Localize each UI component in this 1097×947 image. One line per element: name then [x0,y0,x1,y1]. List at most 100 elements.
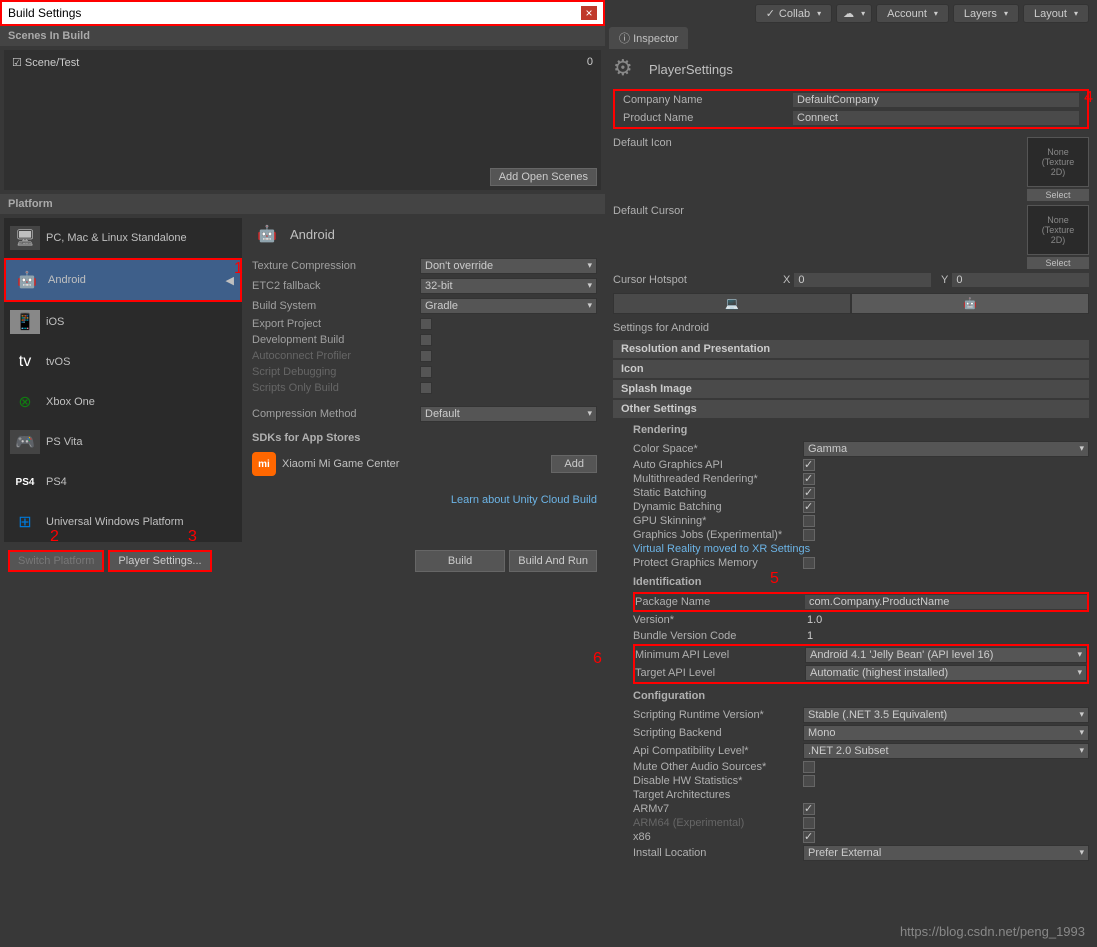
gear-icon: ⚙ [613,55,641,83]
default-icon-label: Default Icon [613,137,783,149]
icon-slot[interactable]: None(Texture2D) [1027,137,1089,187]
dynamic-batch-checkbox[interactable] [803,501,815,513]
bundle-input[interactable]: 1 [803,629,1089,643]
window-title: Build Settings [8,6,81,20]
color-space-dropdown[interactable]: Gamma [803,441,1089,457]
switch-platform-button[interactable]: Switch Platform [8,550,104,572]
static-batch-label: Static Batching [633,487,803,499]
close-button[interactable]: × [581,6,597,20]
export-project-checkbox[interactable] [420,318,432,330]
scene-index: 0 [587,56,593,69]
runtime-dropdown[interactable]: Stable (.NET 3.5 Equivalent) [803,707,1089,723]
backend-label: Scripting Backend [633,727,803,739]
tab-standalone[interactable]: 💻 [613,293,851,314]
add-open-scenes-button[interactable]: Add Open Scenes [490,168,597,186]
section-splash[interactable]: Splash Image [613,380,1089,398]
static-batch-checkbox[interactable] [803,487,815,499]
script-debug-label: Script Debugging [252,366,412,378]
section-icon[interactable]: Icon [613,360,1089,378]
hotspot-label: Cursor Hotspot [613,274,783,286]
platform-xbox[interactable]: ⊗Xbox One [4,382,242,422]
hotspot-y-input[interactable]: 0 [952,273,1089,287]
company-input[interactable]: DefaultCompany [793,93,1079,107]
x86-checkbox[interactable] [803,831,815,843]
rendering-header: Rendering [613,420,1097,438]
scripts-only-label: Scripts Only Build [252,382,412,394]
platform-title: Android [290,227,335,242]
autoconnect-checkbox [420,350,432,362]
section-other[interactable]: Other Settings [613,400,1089,418]
backend-dropdown[interactable]: Mono [803,725,1089,741]
cursor-select-button[interactable]: Select [1027,257,1089,269]
watermark: https://blog.csdn.net/peng_1993 [900,924,1085,939]
platform-ps4[interactable]: PS4PS4 [4,462,242,502]
auto-gfx-checkbox[interactable] [803,459,815,471]
pc-icon: 🖥 [10,226,40,250]
icon-select-button[interactable]: Select [1027,189,1089,201]
android-icon: 🤖 [252,222,282,246]
build-system-label: Build System [252,300,412,312]
collab-dropdown[interactable]: ✓ Collab [755,4,832,23]
scene-row[interactable]: Scene/Test 0 [8,54,597,71]
inspector-tab[interactable]: Inspector [609,27,688,49]
platform-psvita[interactable]: 🎮PS Vita [4,422,242,462]
platform-uwp[interactable]: ⊞Universal Windows Platform [4,502,242,542]
package-input[interactable]: com.Company.ProductName [805,595,1087,609]
gfx-jobs-checkbox[interactable] [803,529,815,541]
min-api-dropdown[interactable]: Android 4.1 'Jelly Bean' (API level 16) [805,647,1087,663]
platform-pc[interactable]: 🖥PC, Mac & Linux Standalone [4,218,242,258]
settings-for-label: Settings for Android [605,318,1097,338]
etc2-label: ETC2 fallback [252,280,412,292]
sdk-header: SDKs for App Stores [252,432,597,444]
x86-label: x86 [633,831,803,843]
target-api-label: Target API Level [635,667,805,679]
identification-header: Identification [613,572,1097,590]
platform-android[interactable]: 🤖Android◀ [4,258,242,302]
layers-dropdown[interactable]: Layers [953,4,1019,23]
compression-method-dropdown[interactable]: Default [420,406,597,422]
hotspot-x-input[interactable]: 0 [794,273,931,287]
autoconnect-label: Autoconnect Profiler [252,350,412,362]
install-loc-dropdown[interactable]: Prefer External [803,845,1089,861]
etc2-dropdown[interactable]: 32-bit [420,278,597,294]
disable-hw-checkbox[interactable] [803,775,815,787]
platform-tvos[interactable]: tvtvOS [4,342,242,382]
arm64-label: ARM64 (Experimental) [633,817,803,829]
company-label: Company Name [623,94,793,106]
cursor-slot[interactable]: None(Texture2D) [1027,205,1089,255]
cloud-button[interactable]: ☁ [836,4,872,23]
version-input[interactable]: 1.0 [803,613,1089,627]
multithread-checkbox[interactable] [803,473,815,485]
runtime-label: Scripting Runtime Version* [633,709,803,721]
api-compat-dropdown[interactable]: .NET 2.0 Subset [803,743,1089,759]
scenes-list[interactable]: Scene/Test 0 Add Open Scenes [4,50,601,190]
mute-audio-checkbox[interactable] [803,761,815,773]
layout-dropdown[interactable]: Layout [1023,4,1089,23]
version-label: Version* [633,614,803,626]
vr-link[interactable]: Virtual Reality moved to XR Settings [633,543,810,555]
add-sdk-button[interactable]: Add [551,455,597,473]
gpu-skin-checkbox[interactable] [803,515,815,527]
tab-android[interactable]: 🤖 [851,293,1089,314]
color-space-label: Color Space* [633,443,803,455]
scripts-only-checkbox [420,382,432,394]
ios-icon: 📱 [10,310,40,334]
section-resolution[interactable]: Resolution and Presentation [613,340,1089,358]
platform-ios[interactable]: 📱iOS [4,302,242,342]
account-dropdown[interactable]: Account [876,4,949,23]
dev-build-checkbox[interactable] [420,334,432,346]
build-system-dropdown[interactable]: Gradle [420,298,597,314]
target-api-dropdown[interactable]: Automatic (highest installed) [805,665,1087,681]
armv7-checkbox[interactable] [803,803,815,815]
build-button[interactable]: Build [415,550,505,572]
player-settings-button[interactable]: Player Settings... [108,550,211,572]
cloud-build-link[interactable]: Learn about Unity Cloud Build [252,494,597,506]
texture-compression-dropdown[interactable]: Don't override [420,258,597,274]
gpu-skin-label: GPU Skinning* [633,515,803,527]
multithread-label: Multithreaded Rendering* [633,473,803,485]
product-input[interactable]: Connect [793,111,1079,125]
protect-mem-checkbox[interactable] [803,557,815,569]
package-label: Package Name [635,596,805,608]
window-title-bar: Build Settings × [0,0,605,26]
build-and-run-button[interactable]: Build And Run [509,550,597,572]
